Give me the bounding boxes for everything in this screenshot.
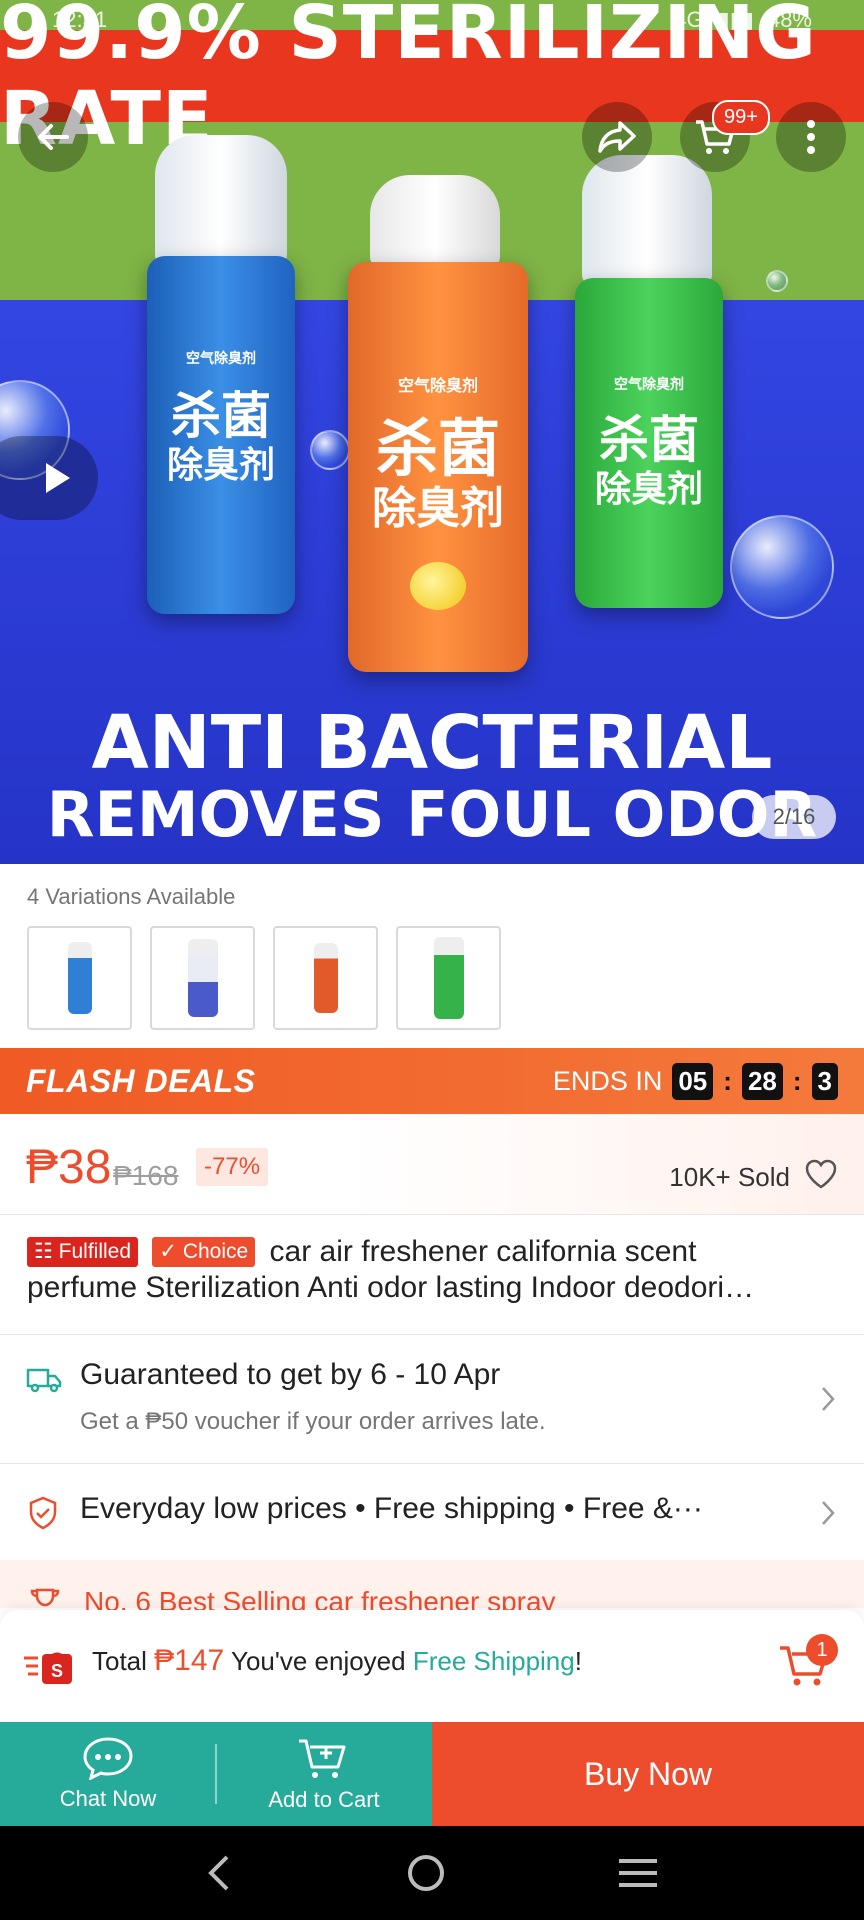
enjoyed-text: You've enjoyed [231, 1646, 406, 1676]
add-to-cart-icon [299, 1739, 346, 1778]
variation-thumb-orange[interactable] [273, 926, 378, 1030]
blue-can: 空气除臭剂 杀菌 除臭剂 [147, 256, 295, 614]
add-to-cart-button[interactable]: Add to Cart [216, 1722, 432, 1826]
sold-count: 10K+ Sold [669, 1162, 790, 1192]
total-label: Total [92, 1646, 147, 1676]
nav-back-icon[interactable] [205, 1853, 235, 1893]
green-can: 空气除臭剂 杀菌 除臭剂 [575, 278, 723, 608]
free-shipping-text: Free Shipping [412, 1646, 575, 1676]
ends-in-label: ENDS IN [552, 1065, 663, 1096]
status-time: 12:31 [52, 7, 108, 32]
timer-minutes: 28 [741, 1062, 783, 1100]
divider [215, 1744, 217, 1804]
product-title-line-1: car air freshener california scent [269, 1235, 697, 1268]
hero-headline-2: REMOVES FOUL ODOR [46, 778, 818, 851]
chat-now-label: Chat Now [59, 1786, 157, 1811]
bubble-decoration [766, 270, 788, 292]
heart-icon [805, 1159, 837, 1189]
buy-now-button[interactable]: Buy Now [432, 1722, 864, 1826]
more-vertical-icon [807, 120, 815, 154]
product-title-line-2: perfume Sterilization Anti odor lasting … [27, 1271, 755, 1304]
delivery-guarantee: Guaranteed to get by 6 - 10 Apr [80, 1358, 501, 1391]
network-indicator: 4G [674, 7, 704, 32]
share-button[interactable] [582, 102, 652, 172]
action-bar: Chat Now Add to Cart Buy Now [0, 1722, 864, 1826]
total-summary: Total ₱147 You've enjoyed Free Shipping! [92, 1644, 582, 1677]
more-options-button[interactable] [776, 102, 846, 172]
cart-count-badge: 99+ [712, 100, 770, 135]
variation-thumbnails [27, 926, 501, 1030]
can-cap [370, 175, 500, 267]
timer-hours: 05 [672, 1062, 714, 1100]
total-amount: ₱147 [154, 1644, 225, 1677]
product-page: 99.9% STERILIZING RATE 空气除臭剂 杀菌 除臭剂 空气除臭… [0, 0, 864, 1920]
fulfilled-tag: ☷ Fulfilled [27, 1237, 139, 1267]
svg-text:S: S [51, 1661, 63, 1681]
timer-seconds: 3 [811, 1062, 838, 1100]
guarantee-text: Everyday low prices • Free shipping • Fr… [80, 1492, 703, 1525]
shopping-list-icon: S [22, 1646, 78, 1691]
original-price: ₱168 [113, 1160, 179, 1191]
status-bar: 12:31 4G ▮▮▮ 48% [0, 0, 864, 40]
shield-check-icon [28, 1496, 58, 1535]
variation-can-image [313, 943, 338, 1013]
signal-icon: ▮▮▮ [717, 7, 754, 32]
can-cap [155, 135, 287, 265]
chevron-right-icon [820, 1498, 836, 1533]
play-video-button[interactable] [0, 436, 98, 520]
arrow-left-icon [38, 124, 69, 150]
bubble-decoration [310, 430, 350, 470]
discount-badge: -77% [196, 1148, 269, 1186]
lemon-graphic [410, 562, 466, 610]
flash-deals-title: FLASH DEALS [26, 1062, 256, 1099]
system-nav-bar [0, 1826, 864, 1920]
nav-home-icon[interactable] [406, 1853, 446, 1893]
chevron-right-icon [820, 1384, 836, 1419]
variation-thumb-blue[interactable] [27, 926, 132, 1030]
image-counter: 2/16 [752, 795, 836, 839]
delivery-voucher-note: Get a ₱50 voucher if your order arrives … [80, 1408, 546, 1435]
truck-icon [26, 1366, 62, 1399]
divider [0, 1214, 864, 1215]
cart-count-badge: 1 [806, 1634, 838, 1666]
variation-thumb-green[interactable] [396, 926, 501, 1030]
hero-headline-1: ANTI BACTERIAL [91, 700, 773, 786]
variation-can-image [67, 942, 92, 1014]
back-button[interactable] [18, 102, 88, 172]
chat-icon [83, 1737, 133, 1780]
wishlist-button[interactable] [804, 1158, 838, 1195]
flash-deals-bar[interactable]: FLASH DEALS ENDS IN 05 : 28 : 3 [0, 1048, 864, 1114]
variations-label: 4 Variations Available [27, 884, 236, 909]
share-icon [598, 121, 636, 153]
play-icon [46, 463, 70, 493]
variation-thumb-white[interactable] [150, 926, 255, 1030]
current-price: ₱38 [26, 1141, 112, 1194]
orange-can: 空气除臭剂 杀菌 除臭剂 [348, 262, 528, 672]
chat-now-button[interactable]: Chat Now [0, 1722, 216, 1826]
battery-level: 48% [767, 7, 812, 32]
add-to-cart-label: Add to Cart [268, 1787, 380, 1812]
can-cap [582, 155, 712, 285]
product-title: ☷ Fulfilled ✓ Choice car air freshener c… [27, 1234, 843, 1306]
variation-can-image [433, 937, 464, 1019]
delivery-row[interactable] [0, 1335, 864, 1463]
bubble-decoration [730, 515, 834, 619]
nav-menu-icon[interactable] [617, 1855, 659, 1891]
variation-can-image [187, 939, 218, 1017]
choice-tag: ✓ Choice [152, 1237, 256, 1267]
